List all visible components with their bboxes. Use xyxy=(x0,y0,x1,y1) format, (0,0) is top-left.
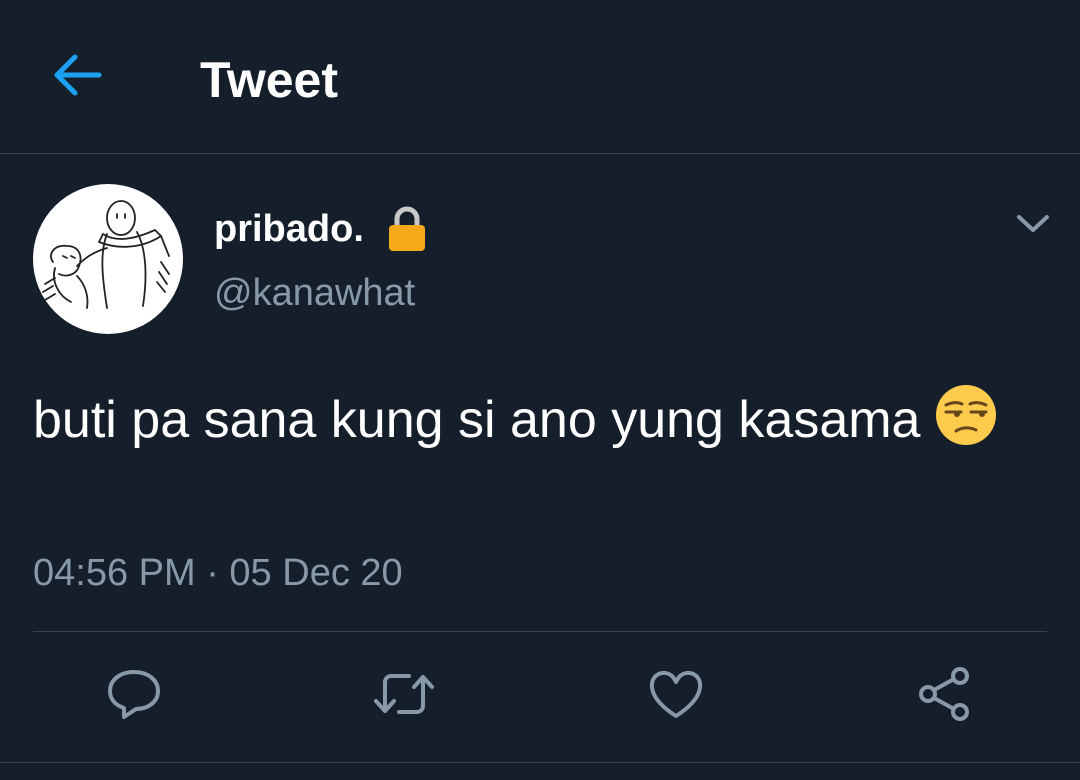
arrow-left-icon xyxy=(51,53,103,102)
back-button[interactable] xyxy=(48,50,106,104)
avatar-drawing xyxy=(42,200,170,309)
heart-icon xyxy=(648,668,704,725)
retweet-button[interactable] xyxy=(374,666,434,726)
share-icon xyxy=(916,666,972,727)
like-button[interactable] xyxy=(646,666,706,726)
display-name-text: pribado. xyxy=(214,208,364,250)
tweet-options-button[interactable] xyxy=(1008,206,1058,246)
page-title: Tweet xyxy=(200,52,338,108)
share-button[interactable] xyxy=(914,666,974,726)
lock-icon xyxy=(386,206,428,252)
avatar[interactable] xyxy=(33,184,183,334)
divider xyxy=(0,762,1080,763)
top-app-bar: Tweet xyxy=(0,0,1080,154)
author-display-name[interactable]: pribado. xyxy=(214,204,428,254)
chevron-down-icon xyxy=(1016,213,1050,240)
divider xyxy=(33,631,1047,632)
reply-icon xyxy=(106,666,162,727)
tweet-body: buti pa sana kung si ano yung kasama xyxy=(33,382,1033,458)
unamused-face-emoji xyxy=(934,383,998,447)
reply-button[interactable] xyxy=(104,666,164,726)
tweet-timestamp: 04:56 PM · 05 Dec 20 xyxy=(33,552,403,594)
author-handle[interactable]: @kanawhat xyxy=(214,270,415,316)
retweet-icon xyxy=(373,666,435,727)
tweet-text: buti pa sana kung si ano yung kasama xyxy=(33,391,921,449)
